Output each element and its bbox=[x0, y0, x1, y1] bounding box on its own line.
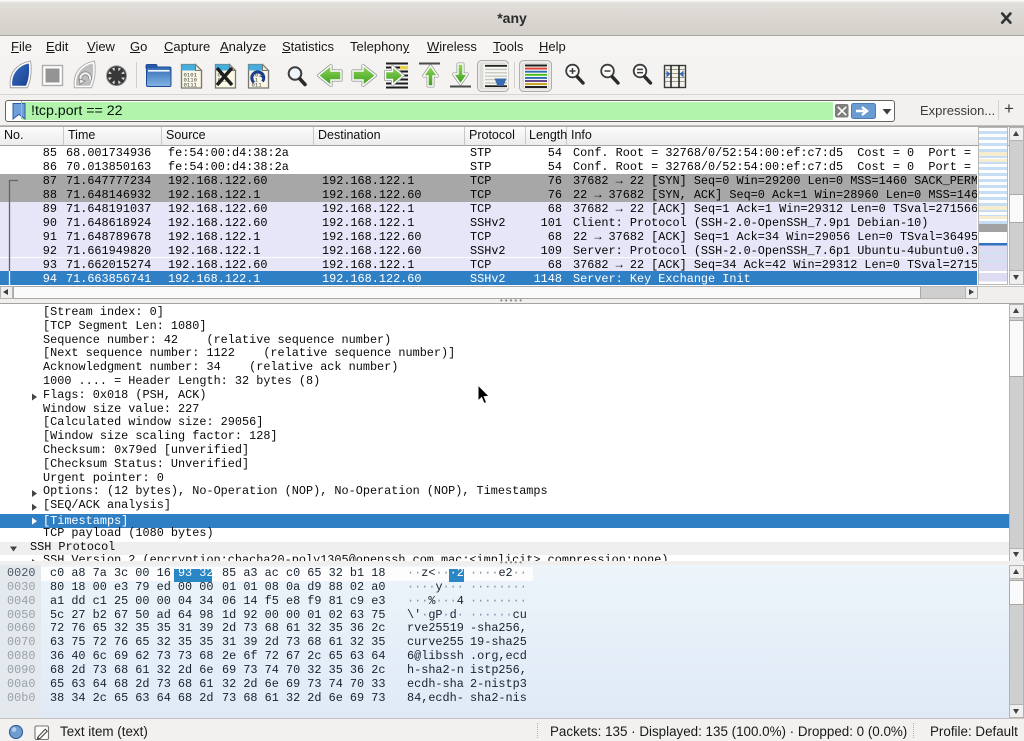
svg-text:0111: 0111 bbox=[184, 82, 198, 89]
